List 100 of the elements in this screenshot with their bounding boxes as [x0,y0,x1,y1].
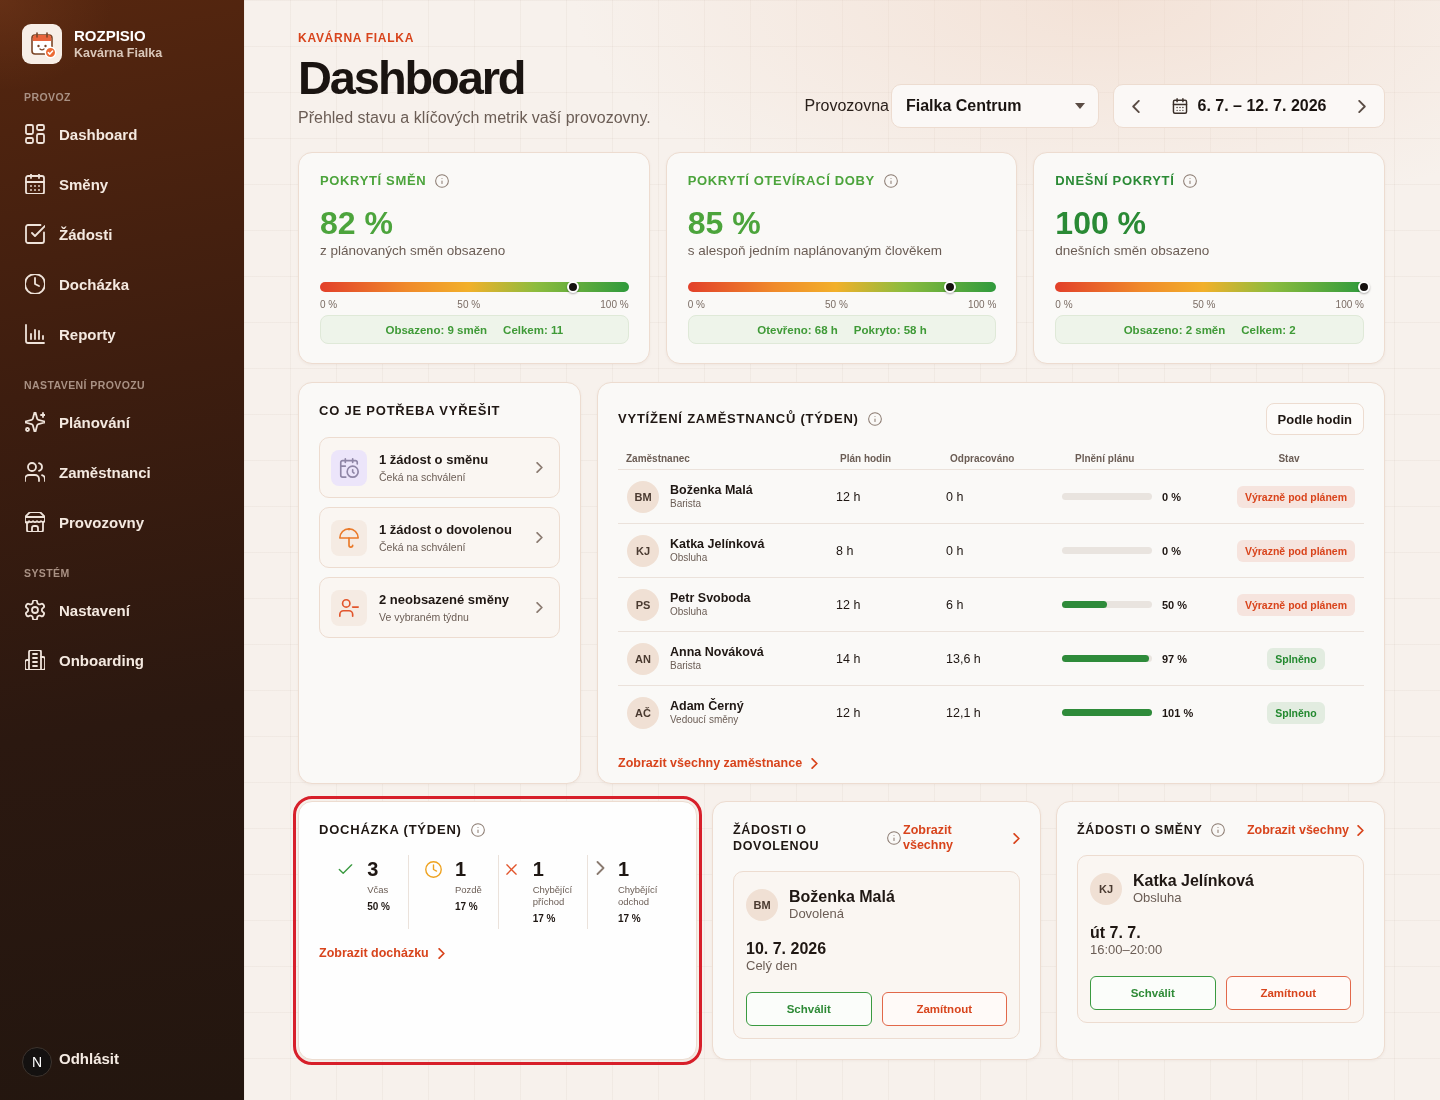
nav-item[interactable]: Nastavení [22,585,222,635]
avatar: KJ [1090,872,1122,905]
request-type: Obsluha [1133,890,1183,906]
umbrella-icon [331,519,367,556]
info-icon[interactable] [867,412,882,426]
chevron-right-icon [536,462,543,473]
task-item[interactable]: 2 neobsazené směny Ve vybraném týdnu [319,577,560,638]
table-cell-text: 12,1 h [945,705,981,720]
clock-icon [424,861,442,878]
view-all-link[interactable]: Zobrazit všechny zaměstnance [618,755,819,771]
summary-text: Obsazeno: 2 směn [1123,323,1226,336]
stat-label: Pozdě [454,884,482,896]
info-icon[interactable] [1183,174,1198,188]
store-icon [25,512,45,532]
employee-role: Barista [670,660,703,672]
nav-item[interactable]: Zaměstnanci [22,447,222,497]
scale-label: 100 % [600,299,629,311]
reject-button[interactable]: Zamítnout [881,992,1007,1026]
employee-name: Petr Svoboda [670,591,751,606]
employee-name: Anna Nováková [670,645,764,660]
nav-item[interactable]: Žádosti [22,209,222,259]
table-cell-text: 13,6 h [945,651,981,666]
approve-button[interactable]: Schválit [746,992,872,1026]
employee-role: Barista [670,498,703,510]
caret-down-icon [1075,103,1085,109]
info-icon[interactable] [883,174,898,188]
nav-section-label: SYSTÉM [24,566,70,580]
table-cell-text: 14 h [835,651,861,666]
nav-item[interactable]: Plánování [22,397,222,447]
view-all-link[interactable]: Zobrazit všechny [1246,822,1364,838]
task-item[interactable]: 1 žádost o dovolenou Čeká na schválení [319,507,560,568]
task-subtitle: Čeká na schválení [379,539,467,554]
field-label: Provozovna [804,97,889,115]
view-attendance-link[interactable]: Zobrazit docházku [319,945,445,961]
chevron-right-icon [1013,832,1020,844]
reject-button[interactable]: Zamítnout [1225,976,1351,1010]
location-select[interactable]: Fialka Centrum [891,84,1099,128]
nav-item[interactable]: Dashboard [22,109,222,159]
scale-label: 0 % [1055,299,1073,311]
sparkles-icon [25,412,45,432]
column-header: Plnění plánu [1074,452,1136,464]
percent-value: 101 % [1162,706,1194,719]
percent-value: 0 % [1162,544,1181,557]
nav-item[interactable]: Docházka [22,259,222,309]
info-icon[interactable] [435,174,450,188]
stat-label: Chybějící odchod [617,884,659,908]
chevron-right-icon [536,602,543,613]
request-date: 10. 7. 2026 [746,939,828,958]
stat-percent: 17 % [532,913,557,925]
chevron-right-icon [536,532,543,543]
card-title: ŽÁDOSTI O SMĚNY [1077,822,1203,838]
nav-item[interactable]: Provozovny [22,497,222,547]
employee-role: Vedoucí směny [670,714,740,726]
chevron-right-icon [1357,824,1364,836]
scale-label: 0 % [320,299,338,311]
task-subtitle: Ve vybraném týdnu [379,609,470,624]
info-icon[interactable] [470,823,485,837]
chevron-left-icon [1132,99,1140,113]
requester-name: Boženka Malá [789,887,895,906]
employee-role: Obsluha [670,606,709,618]
status-badge: Výrazně pod plánem [1236,485,1356,508]
task-item[interactable]: 1 žádost o směnu Čeká na schválení [319,437,560,498]
stat-percent: 17 % [454,901,479,913]
employee-name: Boženka Malá [670,483,753,498]
percent-value: 50 % [1162,598,1188,611]
info-icon[interactable] [887,831,901,845]
page-title: Dashboard [298,52,526,104]
request-type: Dovolená [789,906,845,922]
nav-item[interactable]: Onboarding [22,635,222,685]
page-eyebrow: KAVÁRNA FIALKA [298,31,416,45]
date-range: 6. 7. – 12. 7. 2026 [1197,97,1327,115]
table-cell-text: 0 h [945,543,964,558]
logout-link[interactable]: Odhlásit [59,1049,119,1067]
nav-item[interactable]: Směny [22,159,222,209]
request-date: út 7. 7. [1090,923,1142,942]
summary-text: Celkem: 2 [1241,323,1296,336]
card-title: VYTÍŽENÍ ZAMĚSTNANCŮ (TÝDEN) [618,411,859,427]
sort-button[interactable]: Podle hodin [1265,403,1364,435]
metric-title: POKRYTÍ OTEVÍRACÍ DOBY [687,173,875,189]
table-cell-text: 6 h [945,597,964,612]
stat-count: 3 [367,857,380,881]
users-icon [25,462,45,482]
page-subtitle: Přehled stavu a klíčových metrik vaší provozovny. [298,108,651,128]
info-icon[interactable] [1211,823,1226,837]
stat-count: 1 [617,857,630,881]
summary-text: Celkem: 11 [503,323,564,336]
view-all-link[interactable]: Zobrazit všechny [903,823,1020,853]
approve-button[interactable]: Schválit [1090,976,1216,1010]
task-title: 1 žádost o směnu [379,451,490,468]
table-cell-text: 12 h [835,597,861,612]
column-header: Zaměstnanec [625,452,691,464]
task-title: 1 žádost o dovolenou [379,521,513,538]
bar-chart-icon [25,324,45,344]
employee-role: Obsluha [670,552,709,564]
stat-label: Chybějící příchod [532,884,574,908]
column-header: Odpracováno [949,452,1016,464]
nav-section-label: NASTAVENÍ PROVOZU [24,378,146,392]
task-subtitle: Čeká na schválení [379,469,467,484]
nav-item[interactable]: Reporty [22,309,222,359]
clock-icon [25,274,45,294]
